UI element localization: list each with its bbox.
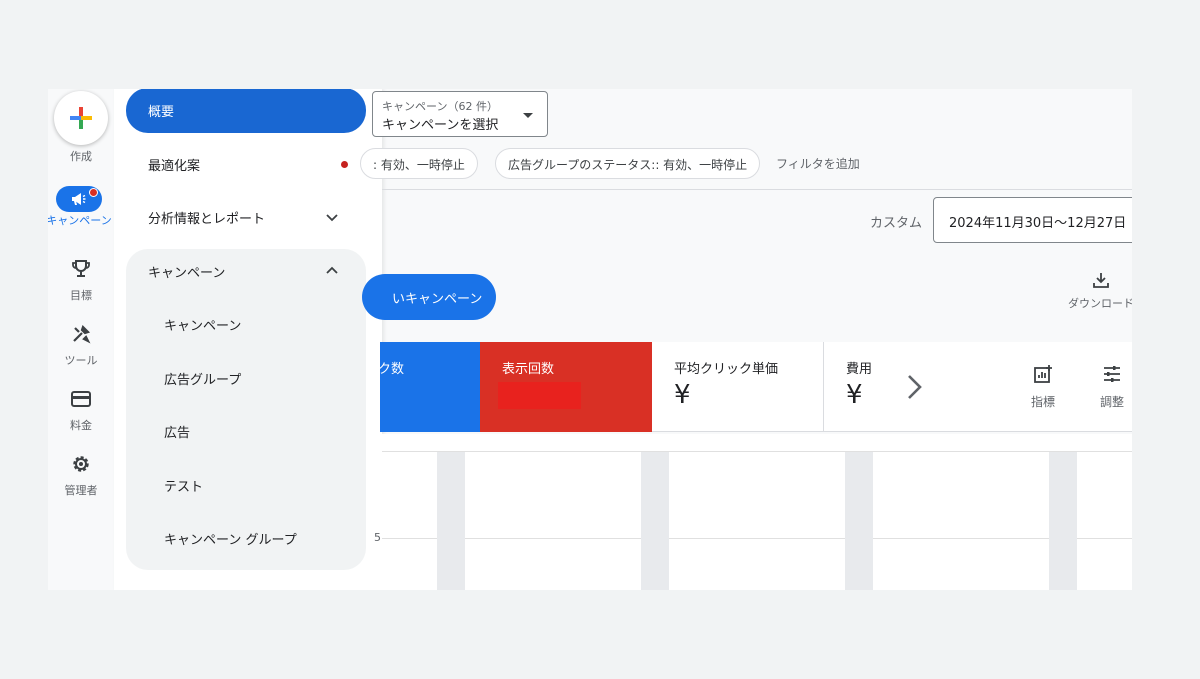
filter-chip-adgroup-status[interactable]: 広告グループのステータス:: 有効、一時停止	[495, 148, 761, 179]
metric-title: 平均クリック単価	[674, 362, 779, 377]
filter-chip-campaign-status[interactable]: : 有効、一時停止	[360, 148, 478, 179]
nav-item-recommendations[interactable]: 最適化案	[126, 142, 366, 186]
tool-label: 調整	[1099, 395, 1124, 409]
create-label: 作成	[70, 150, 92, 163]
campaign-select-value: キャンペーンを選択	[382, 118, 499, 133]
nav-item-insights[interactable]: 分析情報とレポート	[126, 195, 366, 239]
metric-title: 表示回数	[502, 362, 555, 377]
weekend-band	[641, 452, 669, 590]
gridline	[382, 538, 1132, 539]
billing-label: 料金	[70, 419, 92, 432]
campaign-select-count: キャンペーン（62 件）	[382, 100, 498, 113]
rail-item-billing[interactable]: 料金	[48, 389, 114, 449]
download-label: ダウンロード	[1068, 297, 1132, 310]
metric-card-avg-cpc[interactable]: 平均クリック単価 ¥	[652, 342, 824, 432]
campaigns-pill	[56, 186, 102, 212]
rail-item-goals[interactable]: 目標	[48, 259, 114, 319]
metric-value: ¥	[674, 380, 691, 410]
trophy-icon	[72, 260, 90, 277]
download-button[interactable]: ダウンロード	[1066, 271, 1132, 311]
nav-subitem-experiments[interactable]: テスト	[126, 463, 366, 507]
nav-item-overview[interactable]: 概要	[126, 89, 366, 133]
metric-title: 費用	[846, 362, 873, 377]
campaigns-nav-group: キャンペーン キャンペーン 広告グループ 広告 テスト キャンペーン グループ	[126, 249, 366, 570]
divider	[382, 189, 1132, 190]
nav-item-label: 最適化案	[148, 159, 201, 174]
nav-drawer: 概要 最適化案 分析情報とレポート キャンペーン キャンペーン 広告グループ 広…	[114, 89, 382, 590]
nav-subitem-ad-groups[interactable]: 広告グループ	[126, 356, 366, 400]
gear-icon	[73, 456, 89, 472]
metrics-bar: ク数 表示回数 平均クリック単価 ¥ 費用 ¥ 指標 調整	[378, 342, 1132, 432]
notification-dot	[89, 188, 98, 197]
rail-item-campaigns[interactable]: キャンペーン	[48, 184, 114, 244]
nav-subitem-campaign-groups[interactable]: キャンペーン グループ	[126, 516, 366, 560]
dropdown-caret-icon	[523, 113, 533, 118]
admin-label: 管理者	[64, 484, 98, 497]
goals-label: 目標	[70, 289, 92, 302]
chevron-up-icon	[326, 266, 338, 274]
performance-chart: 5	[374, 434, 1132, 590]
credit-card-icon	[71, 391, 91, 407]
chevron-right-icon[interactable]	[902, 372, 926, 402]
metrics-tool-button[interactable]: 指標	[1018, 364, 1068, 410]
rail-item-tools[interactable]: ツール	[48, 324, 114, 384]
adjust-tool-button[interactable]: 調整	[1087, 364, 1132, 410]
left-rail: 作成 キャンペーン 目標 ツール 料金 管理者	[48, 89, 114, 590]
metric-card-impressions[interactable]: 表示回数	[480, 342, 652, 432]
nav-subitem-ads[interactable]: 広告	[126, 409, 366, 453]
add-filter-link[interactable]: フィルタを追加	[776, 155, 860, 172]
new-campaign-button[interactable]: いキャンペーン	[362, 274, 496, 320]
campaign-select[interactable]: キャンペーン（62 件） キャンペーンを選択	[372, 91, 548, 137]
redacted-value	[498, 382, 581, 409]
metric-title: ク数	[378, 362, 405, 377]
chevron-down-icon	[326, 214, 338, 222]
nav-item-label: キャンペーン	[148, 266, 226, 281]
nav-item-campaigns-group[interactable]: キャンペーン	[126, 249, 366, 293]
download-icon	[1093, 273, 1109, 288]
add-chart-icon	[1034, 365, 1052, 383]
gridline	[382, 451, 1132, 452]
y-tick-label: 5	[374, 531, 381, 544]
tools-label: ツール	[64, 354, 98, 367]
date-range-picker[interactable]: 2024年11月30日〜12月27日	[933, 197, 1132, 243]
plus-icon	[70, 107, 92, 129]
weekend-band	[437, 452, 465, 590]
metric-value: ¥	[846, 380, 863, 410]
nav-subitem-campaigns[interactable]: キャンペーン	[126, 302, 366, 346]
date-custom-label: カスタム	[870, 216, 923, 231]
tool-label: 指標	[1030, 395, 1055, 409]
campaigns-label: キャンペーン	[48, 214, 112, 227]
metric-card-clicks[interactable]: ク数	[378, 342, 480, 432]
create-button[interactable]	[54, 91, 108, 145]
nav-item-label: 分析情報とレポート	[148, 212, 266, 227]
app-frame: 作成 キャンペーン 目標 ツール 料金 管理者 概要 最適化案 分析情報とレポー…	[48, 89, 1132, 590]
weekend-band	[1049, 452, 1077, 590]
tools-icon	[73, 324, 91, 344]
alert-dot	[341, 161, 348, 168]
tune-icon	[1104, 366, 1120, 382]
weekend-band	[845, 452, 873, 590]
main-content: キャンペーン（62 件） キャンペーンを選択 : 有効、一時停止 広告グループの…	[360, 89, 1132, 590]
megaphone-icon	[72, 193, 86, 205]
rail-item-admin[interactable]: 管理者	[48, 454, 114, 514]
